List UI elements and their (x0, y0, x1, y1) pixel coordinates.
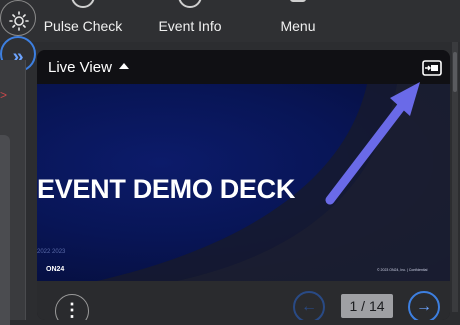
nav-event-info-label: Event Info (158, 18, 222, 34)
nav-menu-label: Menu (280, 18, 316, 34)
arrow-right-icon: → (416, 298, 432, 315)
more-options-button[interactable]: ⋮ (55, 294, 89, 320)
info-icon (178, 0, 202, 8)
slide-controls: ⋮ ← 1 / 14 → (37, 281, 450, 320)
caret-up-icon (118, 63, 129, 69)
on24-logo: ON24 (46, 266, 65, 273)
scrollbar-thumb[interactable] (453, 52, 457, 92)
slide-title: EVENT DEMO DECK (37, 174, 296, 204)
slide-copyright: © 2023 ON24, Inc. | Confidential (377, 268, 428, 272)
top-toolbar: Pulse Check Event Info Menu » (0, 0, 460, 72)
scrollbar[interactable] (452, 42, 458, 312)
live-view-dropdown[interactable]: Live View (48, 59, 129, 76)
previous-slide-button[interactable]: ← (293, 291, 325, 320)
nav-pulse-check[interactable]: Pulse Check (38, 0, 128, 42)
left-panel-content (0, 135, 10, 325)
presentation-slide: EVENT DEMO DECK 2022 2023 ON24 © 2023 ON… (37, 84, 450, 281)
pulse-check-icon (71, 0, 95, 8)
arrow-left-icon: ← (301, 298, 317, 315)
live-view-card: Live View EVENT DEMO DECK 2022 2023 ON24… (37, 50, 450, 320)
nav-menu[interactable]: Menu (270, 0, 326, 42)
sun-icon (9, 11, 29, 31)
menu-icon (290, 0, 306, 2)
settings-button[interactable] (0, 0, 36, 36)
vertical-dots-icon: ⋮ (63, 300, 81, 320)
slide-year: 2022 2023 (37, 249, 66, 255)
live-view-title: Live View (48, 59, 112, 76)
next-slide-button[interactable]: → (408, 291, 440, 320)
left-panel: > (0, 60, 26, 325)
panel-edge-mark: > (0, 88, 8, 102)
nav-pulse-check-label: Pulse Check (43, 18, 123, 34)
popout-icon[interactable] (422, 60, 442, 76)
card-header: Live View (37, 50, 450, 84)
nav-event-info[interactable]: Event Info (150, 0, 230, 42)
page-indicator: 1 / 14 (341, 294, 393, 318)
